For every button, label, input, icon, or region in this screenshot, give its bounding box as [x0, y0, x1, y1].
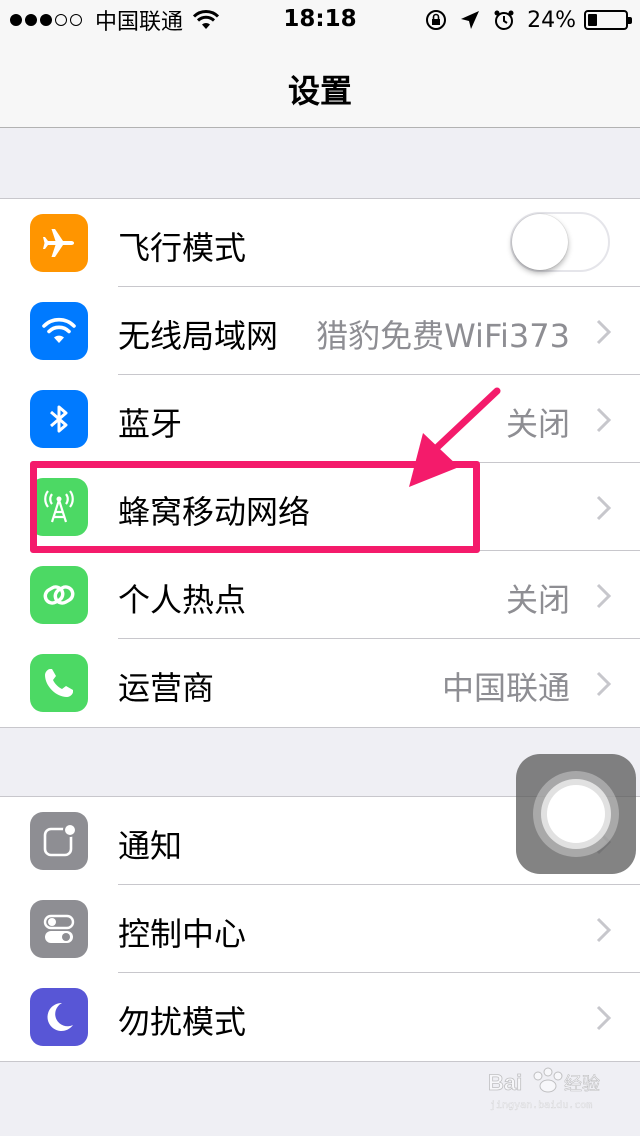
moon-icon	[30, 988, 88, 1046]
svg-text:jingyan.baidu.com: jingyan.baidu.com	[490, 1100, 592, 1111]
chevron-right-icon	[596, 583, 612, 609]
alarm-icon	[494, 10, 514, 30]
settings-row-label: 运营商	[118, 669, 215, 707]
settings-row-airplane-mode: 飞行模式	[0, 199, 640, 287]
settings-row-label: 个人热点	[118, 581, 247, 619]
settings-row-label: 通知	[118, 827, 183, 865]
settings-row-value: 猎豹免费WiFi373	[316, 317, 570, 355]
settings-row-value: 关闭	[505, 405, 570, 443]
settings-row-control-center[interactable]: 控制中心	[0, 885, 640, 973]
wifi-icon	[30, 302, 88, 360]
baidu-watermark-logo: Bai 经验 jingyan.baidu.com	[488, 1067, 600, 1111]
rotation-lock-icon	[426, 10, 447, 30]
airplane-icon	[30, 214, 88, 272]
settings-row-label: 控制中心	[118, 915, 247, 953]
settings-row-label: 飞行模式	[118, 229, 247, 267]
settings-row-bluetooth[interactable]: 蓝牙 关闭	[0, 375, 640, 463]
chevron-right-icon	[596, 407, 612, 433]
chevron-right-icon	[596, 319, 612, 345]
navigation-bar: 设置	[0, 40, 640, 128]
settings-row-value: 关闭	[505, 581, 570, 619]
settings-row-label: 蓝牙	[118, 405, 183, 443]
chevron-right-icon	[596, 671, 612, 697]
control-center-icon	[30, 900, 88, 958]
notifications-icon	[30, 812, 88, 870]
page-title: 设置	[287, 72, 352, 110]
settings-row-label: 勿扰模式	[118, 1003, 247, 1041]
settings-row-value: 中国联通	[441, 669, 570, 707]
settings-row-label: 无线局域网	[118, 317, 279, 355]
toggle-knob	[512, 214, 568, 270]
hotspot-icon	[30, 566, 88, 624]
airplane-mode-toggle[interactable]	[510, 212, 610, 272]
settings-row-personal-hotspot[interactable]: 个人热点 关闭	[0, 551, 640, 639]
settings-row-carrier[interactable]: 运营商 中国联通	[0, 639, 640, 727]
assistive-touch-button[interactable]	[516, 754, 636, 874]
chevron-right-icon	[596, 495, 612, 521]
annotation-arrow-icon	[409, 387, 501, 487]
chevron-right-icon	[596, 1005, 612, 1031]
battery-percentage: 24%	[527, 7, 576, 33]
phone-icon	[30, 654, 88, 712]
chevron-right-icon	[596, 917, 612, 943]
battery-icon	[584, 10, 632, 30]
settings-row-wifi[interactable]: 无线局域网 猎豹免费WiFi373	[0, 287, 640, 375]
bluetooth-icon	[30, 390, 88, 448]
status-bar: 中国联通 18:18 24%	[0, 0, 640, 40]
location-arrow-icon	[461, 11, 480, 29]
svg-text:Bai: Bai	[488, 1070, 522, 1095]
settings-row-do-not-disturb[interactable]: 勿扰模式	[0, 973, 640, 1061]
svg-text:经验: 经验	[564, 1074, 600, 1095]
